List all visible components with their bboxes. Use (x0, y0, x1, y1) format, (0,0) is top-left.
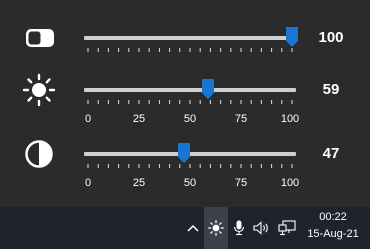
scale-label: 50 (183, 177, 197, 189)
slider-thumb[interactable] (286, 27, 298, 47)
clock-time: 00:22 (319, 211, 347, 223)
scale-label: 75 (234, 113, 248, 125)
brightness-flyout: 100 0 25 50 75 100 59 0 25 50 75 100 47 (0, 0, 370, 207)
scale-label: 100 (280, 177, 300, 189)
slider-thumb[interactable] (177, 143, 190, 163)
slider-track[interactable] (84, 88, 296, 92)
tray-network-button[interactable] (275, 207, 299, 249)
slider-row-contrast: 0 25 50 75 100 47 (0, 134, 370, 189)
scale-label: 100 (280, 113, 300, 125)
brightness-value: 59 (322, 81, 340, 98)
slider-track[interactable] (84, 152, 296, 156)
slider-row-brightness: 0 25 50 75 100 59 (0, 70, 370, 125)
slider-scale: 0 25 50 75 100 (84, 113, 300, 127)
slider-row-screen: 100 (0, 18, 370, 58)
speaker-icon (253, 221, 268, 235)
slider-ticks (87, 100, 293, 104)
brightness-slider[interactable]: 0 25 50 75 100 (84, 70, 299, 125)
scale-label: 0 (84, 113, 92, 125)
screen-toggle-icon[interactable] (22, 21, 56, 55)
slider-scale: 0 25 50 75 100 (84, 177, 300, 191)
microphone-icon (233, 220, 245, 236)
show-hidden-icons-button[interactable] (183, 207, 203, 249)
sun-icon (22, 73, 56, 107)
chevron-up-icon (187, 224, 199, 232)
slider-ticks (87, 48, 293, 52)
slider-track[interactable] (84, 36, 296, 40)
network-icon (278, 220, 296, 236)
slider-thumb[interactable] (202, 79, 215, 99)
tray-brightness-button[interactable] (204, 207, 228, 249)
taskbar: 00:22 15-Aug-21 (0, 207, 370, 249)
slider-ticks (87, 164, 293, 168)
tray-volume-button[interactable] (251, 207, 273, 249)
scale-label: 0 (84, 177, 92, 189)
contrast-slider[interactable]: 0 25 50 75 100 (84, 134, 299, 189)
clock-date: 15-Aug-21 (307, 228, 359, 240)
taskbar-clock[interactable]: 00:22 15-Aug-21 (300, 209, 366, 243)
contrast-value: 47 (322, 145, 340, 162)
contrast-icon (25, 140, 53, 168)
scale-label: 25 (132, 113, 146, 125)
sun-icon (208, 220, 224, 236)
scale-label: 50 (183, 113, 197, 125)
tray-microphone-button[interactable] (229, 207, 249, 249)
scale-label: 75 (234, 177, 248, 189)
screen-value: 100 (318, 29, 344, 46)
scale-label: 25 (132, 177, 146, 189)
screen-slider[interactable] (84, 18, 298, 58)
